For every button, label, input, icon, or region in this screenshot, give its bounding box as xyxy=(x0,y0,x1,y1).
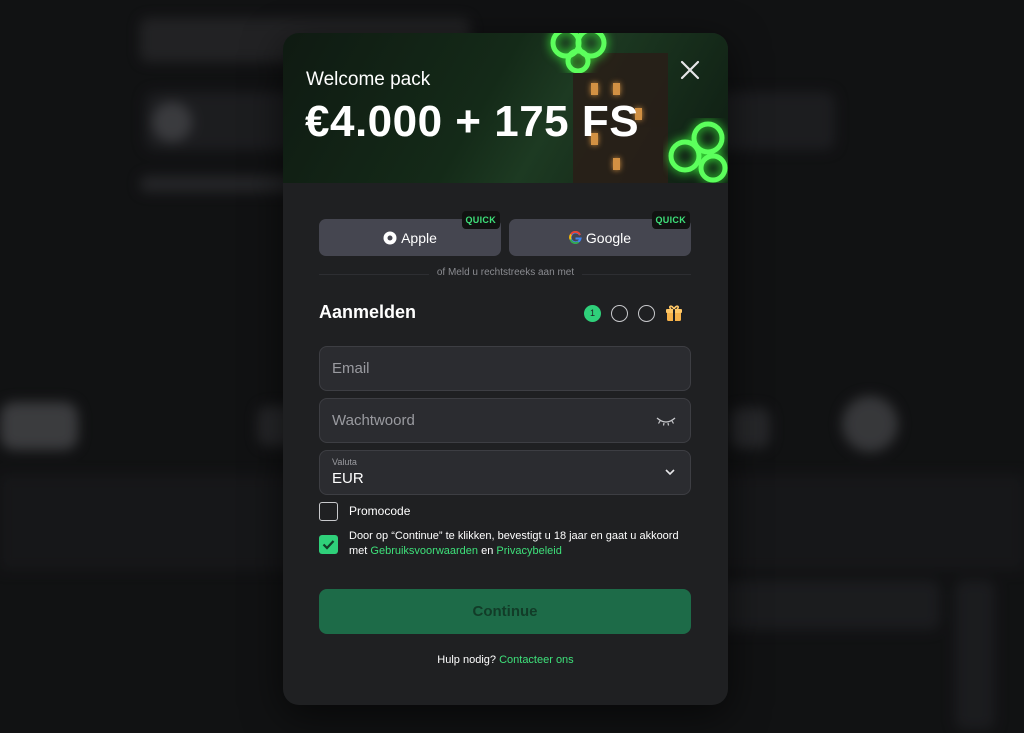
apple-signin-button[interactable]: Apple QUICK xyxy=(319,211,501,256)
close-icon[interactable] xyxy=(677,57,703,83)
form-heading: Aanmelden xyxy=(319,302,417,322)
google-signin-button[interactable]: Google QUICK xyxy=(509,211,691,256)
banner-title: €4.000 + 175 FS xyxy=(305,97,640,146)
step-1: 1 xyxy=(584,304,601,322)
divider-text: of Meld u rechtstreeks aan met xyxy=(283,267,728,278)
password-input[interactable] xyxy=(320,399,644,442)
step-3 xyxy=(638,304,655,322)
eye-closed-icon[interactable] xyxy=(656,415,676,427)
google-icon xyxy=(569,231,582,244)
email-field[interactable] xyxy=(319,346,691,391)
continue-button[interactable]: Continue xyxy=(319,589,691,634)
banner-subtitle: Welcome pack xyxy=(306,69,431,90)
terms-text: Door op “Continue” te klikken, bevestigt… xyxy=(349,530,679,557)
google-label: Google xyxy=(585,229,632,246)
currency-label: Valuta xyxy=(332,457,357,467)
step-2 xyxy=(611,304,628,322)
terms-of-use-link[interactable]: Gebruiksvoorwaarden xyxy=(370,545,478,557)
privacy-policy-link[interactable]: Privacybeleid xyxy=(496,545,561,557)
chevron-down-icon xyxy=(665,469,675,476)
check-icon xyxy=(322,540,335,550)
signup-modal: Welcome pack €4.000 + 175 FS Apple QUICK… xyxy=(283,33,728,705)
quick-badge: QUICK xyxy=(651,211,690,229)
quick-badge: QUICK xyxy=(461,211,500,229)
currency-value: EUR xyxy=(332,470,364,487)
clover-icon xyxy=(668,121,728,183)
gift-icon xyxy=(666,305,682,321)
apple-icon xyxy=(383,231,397,245)
email-input[interactable] xyxy=(320,347,644,390)
contact-us-link[interactable]: Contacteer ons xyxy=(499,654,574,666)
welcome-banner: Welcome pack €4.000 + 175 FS xyxy=(283,33,728,183)
apple-label: Apple xyxy=(401,229,437,246)
step-indicator: 1 xyxy=(584,304,683,322)
terms-checkbox[interactable] xyxy=(319,535,338,554)
clover-icon xyxy=(550,33,607,73)
currency-select[interactable]: Valuta EUR xyxy=(319,450,691,495)
promocode-checkbox[interactable] xyxy=(319,502,338,521)
help-text: Hulp nodig? Contacteer ons xyxy=(437,654,574,666)
promocode-label: Promocode xyxy=(349,504,411,518)
password-field[interactable] xyxy=(319,398,691,443)
